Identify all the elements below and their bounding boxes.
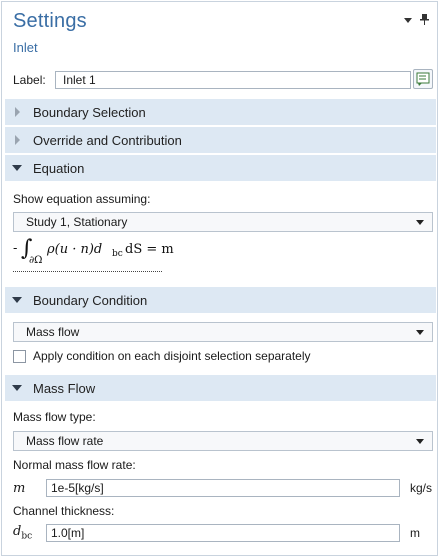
channel-thickness-label: Channel thickness:: [13, 504, 115, 518]
equation-display: - ∫ ∂Ω ρ(u · n)d bc dS = m: [13, 236, 174, 274]
dropdown-arrow-icon[interactable]: [404, 16, 412, 27]
edit-label-icon[interactable]: [413, 69, 433, 89]
channel-thickness-unit: m: [410, 526, 420, 540]
chevron-down-icon: [416, 220, 424, 225]
settings-panel: Settings Inlet Label: Inlet 1 Boundary S…: [1, 1, 438, 556]
mass-flow-type-select[interactable]: Mass flow rate: [13, 431, 433, 451]
section-override-contribution[interactable]: Override and Contribution: [5, 127, 436, 153]
panel-subtitle: Inlet: [13, 40, 38, 55]
section-boundary-condition[interactable]: Boundary Condition: [5, 287, 436, 313]
equation-underline: [13, 271, 162, 272]
expand-icon: [5, 135, 29, 145]
collapse-icon: [5, 385, 29, 391]
thickness-symbol: dbc: [13, 524, 33, 542]
mass-flow-symbol: m: [13, 480, 26, 496]
study-select[interactable]: Study 1, Stationary: [13, 212, 433, 232]
mass-flow-type-label: Mass flow type:: [13, 410, 96, 424]
label-row: Label: Inlet 1: [13, 69, 433, 90]
collapse-icon: [5, 297, 29, 303]
mass-flow-rate-row: m 1e-5[kg/s] kg/s: [13, 478, 433, 498]
show-equation-label: Show equation assuming:: [13, 192, 151, 206]
section-boundary-selection[interactable]: Boundary Selection: [5, 99, 436, 125]
disjoint-selection-checkbox[interactable]: [13, 349, 26, 363]
section-equation[interactable]: Equation: [5, 155, 436, 181]
channel-thickness-input[interactable]: 1.0[m]: [46, 524, 400, 542]
section-mass-flow[interactable]: Mass Flow: [5, 375, 436, 401]
pin-icon[interactable]: [420, 14, 429, 28]
chevron-down-icon: [416, 330, 424, 335]
label-input[interactable]: Inlet 1: [55, 71, 411, 89]
expand-icon: [5, 107, 29, 117]
mass-flow-rate-input[interactable]: 1e-5[kg/s]: [46, 479, 400, 497]
mass-flow-rate-unit: kg/s: [410, 481, 433, 495]
chevron-down-icon: [416, 439, 424, 444]
header-tools: [404, 14, 429, 28]
boundary-condition-select[interactable]: Mass flow: [13, 322, 433, 342]
label-caption: Label:: [13, 73, 46, 87]
channel-thickness-row: dbc 1.0[m] m: [13, 523, 433, 543]
collapse-icon: [5, 165, 29, 171]
normal-mass-flow-rate-label: Normal mass flow rate:: [13, 458, 136, 472]
panel-title: Settings: [13, 10, 87, 32]
disjoint-selection-checkbox-row[interactable]: Apply condition on each disjoint selecti…: [13, 349, 311, 363]
